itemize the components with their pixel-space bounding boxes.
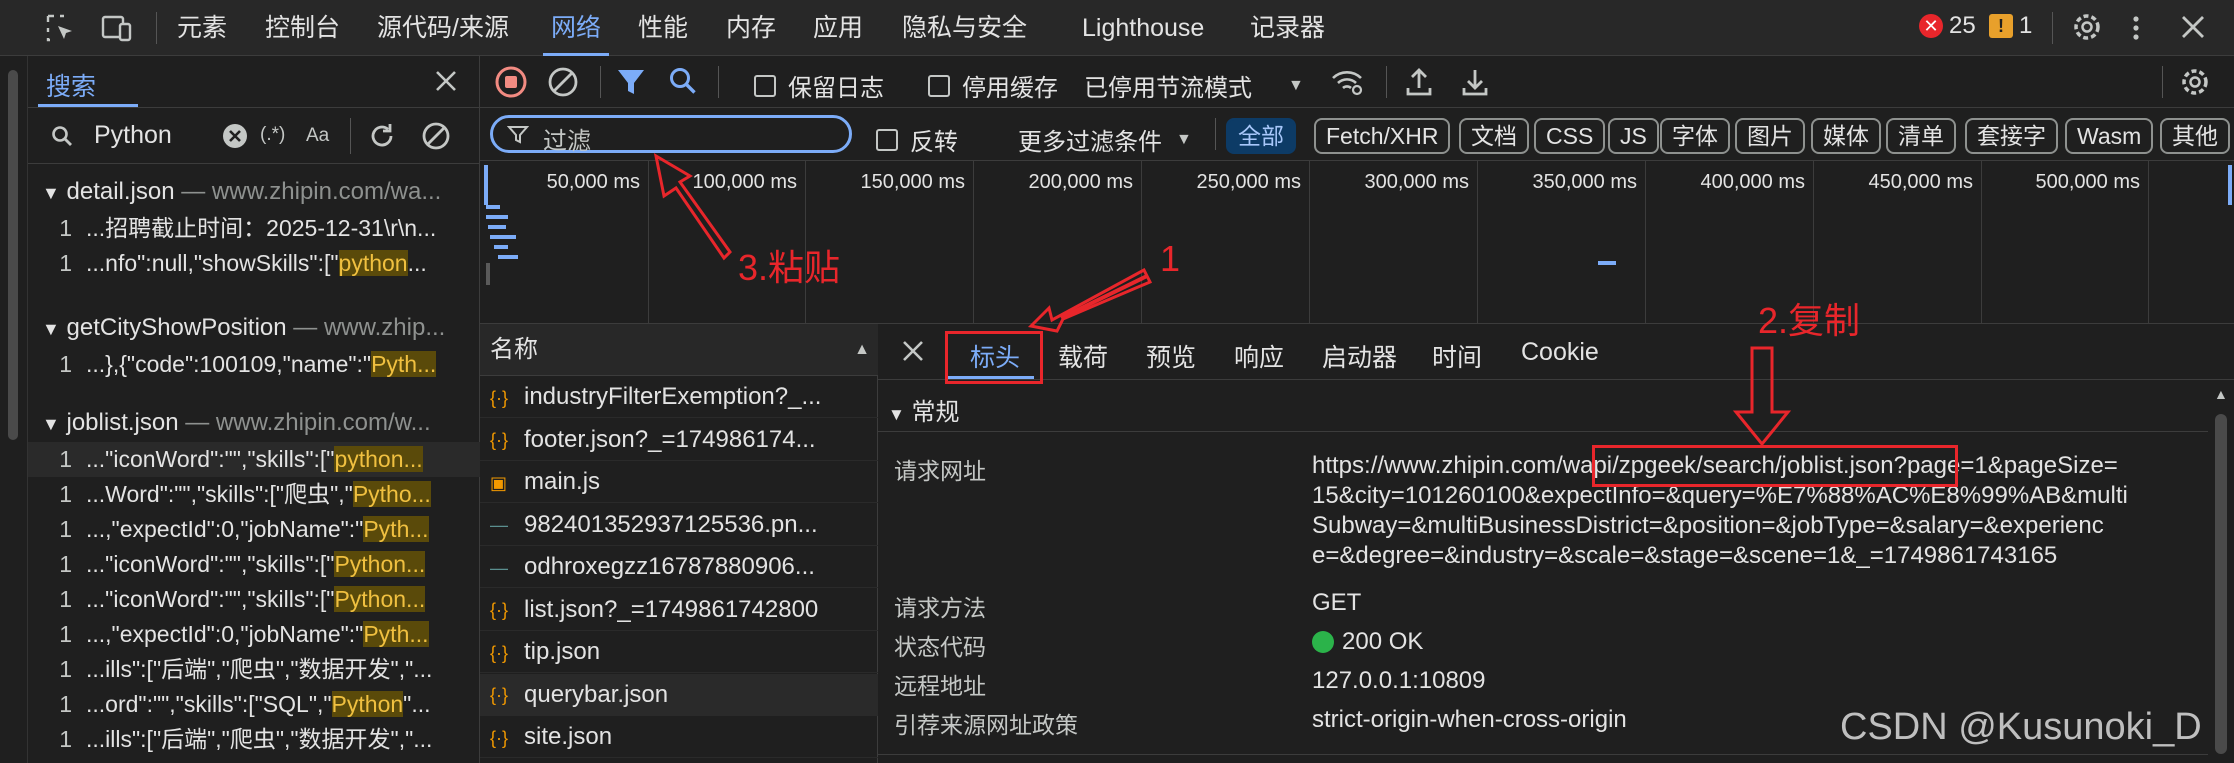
annotation-step-3-paste: 3.粘贴	[738, 247, 841, 288]
annotation-step-2-copy: 2.复制	[1758, 300, 1861, 341]
annotation-arrows	[653, 153, 1792, 447]
annotation-step-1: 1	[1160, 238, 1181, 279]
watermark: CSDN @Kusunoki_D	[1840, 706, 2202, 748]
